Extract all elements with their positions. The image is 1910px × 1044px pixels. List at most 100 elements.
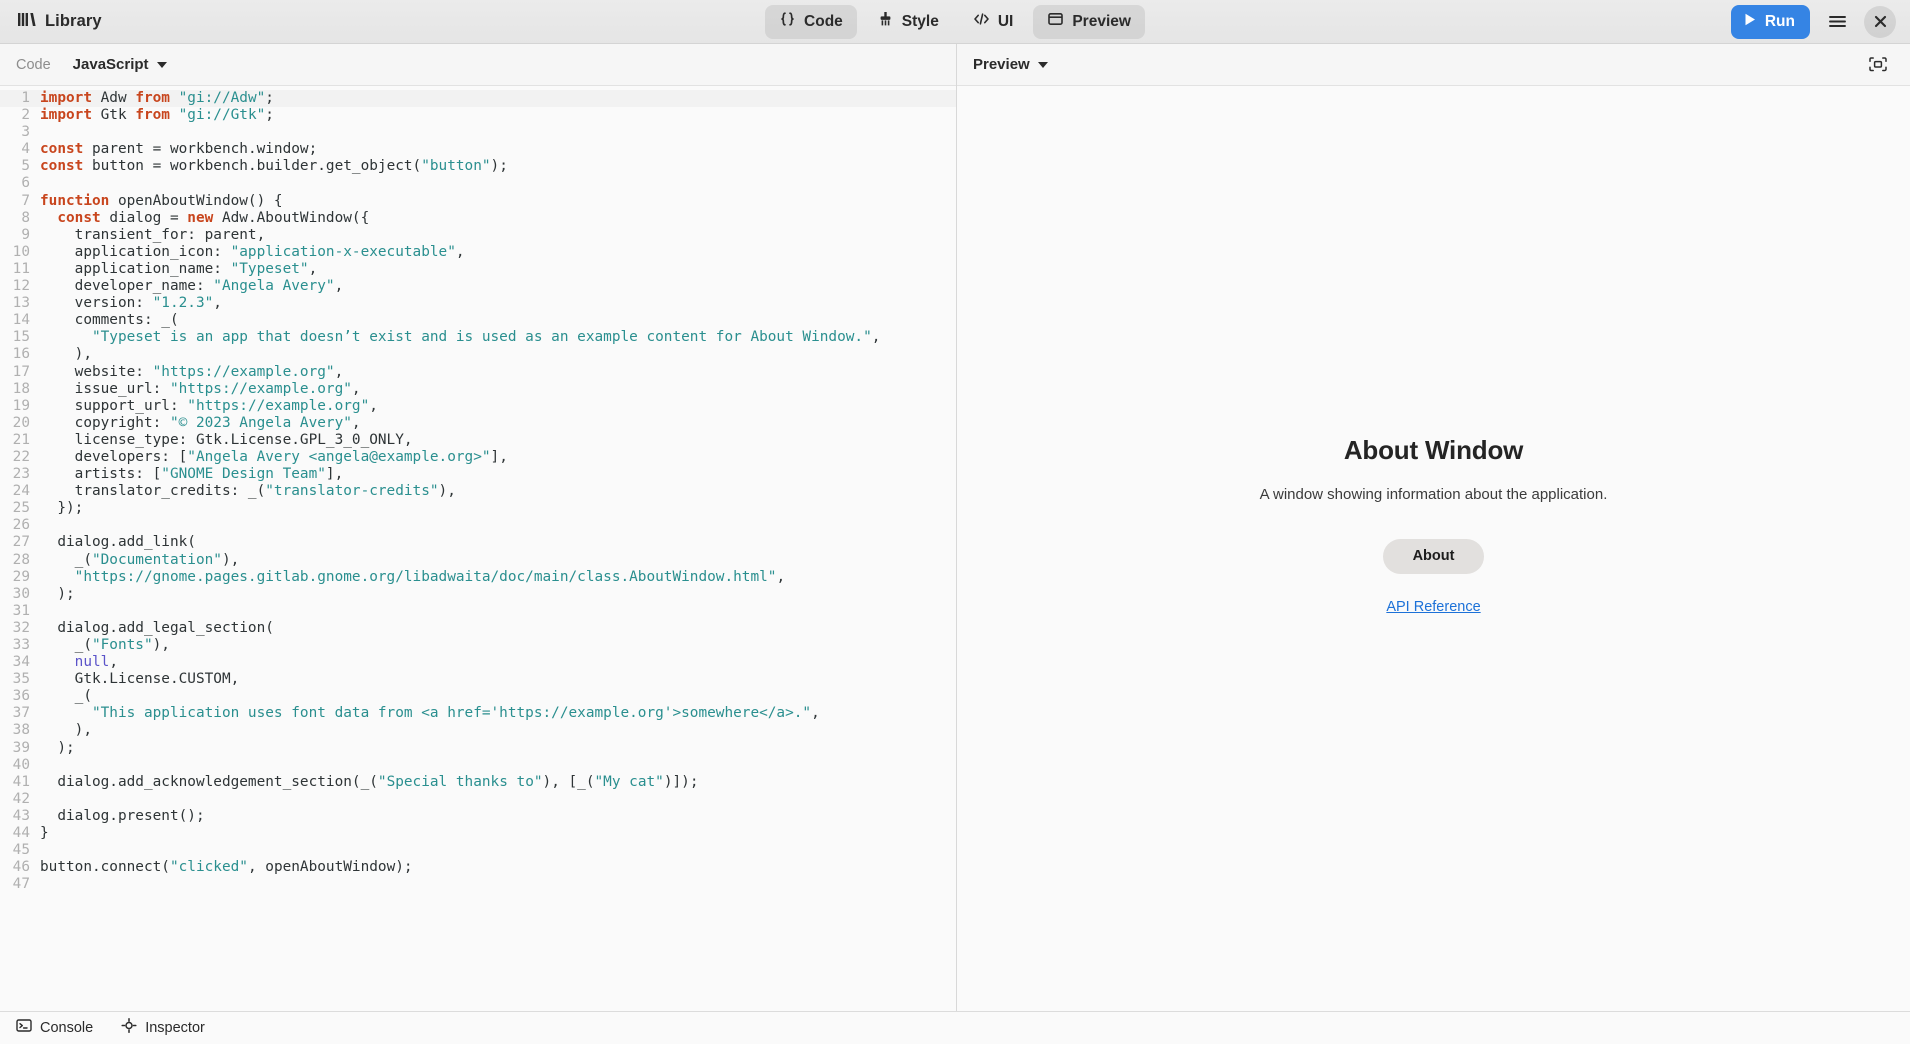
line-number: 40 <box>12 756 30 773</box>
code-text: developer_name: "Angela Avery", <box>40 278 344 295</box>
line-number: 36 <box>12 688 30 705</box>
code-text: import Adw from "gi://Adw"; <box>40 90 274 106</box>
line-number: 13 <box>12 295 30 312</box>
code-text: support_url: "https://example.org", <box>40 397 378 414</box>
tab-code[interactable]: Code <box>765 4 857 39</box>
preview-dropdown[interactable]: Preview <box>973 56 1048 73</box>
line-number: 34 <box>12 654 30 671</box>
line-number: 10 <box>12 243 30 260</box>
code-line: 26 <box>0 517 956 534</box>
code-text: translator_credits: _("translator-credit… <box>40 483 456 500</box>
tab-ui-label: UI <box>997 12 1014 30</box>
play-icon <box>1743 12 1757 32</box>
code-editor[interactable]: 1 import Adw from "gi://Adw"; 2 import Gtk … <box>0 86 956 1011</box>
code-line: 19 support_url: "https://example.org", <box>0 398 956 415</box>
console-button[interactable]: Console <box>12 1015 97 1040</box>
language-dropdown-label: JavaScript <box>72 56 149 73</box>
code-line: 15 "Typeset is an app that doesn’t exist… <box>0 329 956 346</box>
line-number: 37 <box>12 705 30 722</box>
line-number: 20 <box>12 414 30 431</box>
code-text: copyright: "© 2023 Angela Avery", <box>40 414 361 431</box>
code-text: ); <box>40 739 75 756</box>
code-text: const dialog = new Adw.AboutWindow({ <box>57 209 370 226</box>
code-text: transient_for: parent, <box>40 226 266 243</box>
line-number: 45 <box>12 842 30 859</box>
close-icon[interactable] <box>1864 5 1896 38</box>
code-text: _("Fonts"), <box>40 637 170 653</box>
code-line: 33 _("Fonts"), <box>0 637 956 654</box>
line-number: 3 <box>21 124 30 141</box>
line-number: 15 <box>12 329 30 346</box>
code-text: } <box>40 825 49 842</box>
hamburger-menu-icon[interactable] <box>1821 6 1853 38</box>
code-line: 35 Gtk.License.CUSTOM, <box>0 671 956 688</box>
code-line: 3 <box>0 124 956 141</box>
tab-preview-label: Preview <box>1072 12 1131 30</box>
line-number: 47 <box>12 876 30 893</box>
code-line: 37 "This application uses font data from… <box>0 705 956 722</box>
api-reference-link[interactable]: API Reference <box>1386 599 1480 615</box>
code-text: dialog.add_link( <box>40 534 196 551</box>
line-number: 14 <box>12 312 30 329</box>
code-text: dialog.add_acknowledgement_section(_("Sp… <box>40 773 699 790</box>
code-line: 4 const parent = workbench.window; <box>0 141 956 158</box>
run-button-label: Run <box>1764 12 1795 30</box>
line-number: 42 <box>12 790 30 807</box>
inspector-button[interactable]: Inspector <box>117 1015 209 1040</box>
code-line: 7 function openAboutWindow() { <box>0 193 956 210</box>
code-line: 27 dialog.add_link( <box>0 534 956 551</box>
inspector-label: Inspector <box>145 1019 205 1036</box>
code-text: application_icon: "application-x-executa… <box>40 243 465 260</box>
preview-toolbar: Preview <box>957 44 1910 86</box>
terminal-icon <box>16 1018 32 1037</box>
line-number: 28 <box>12 551 30 568</box>
app-title: Library <box>45 12 102 30</box>
code-line: 44} <box>0 825 956 842</box>
code-tags-icon <box>973 11 990 32</box>
code-text: function openAboutWindow() { <box>40 192 283 209</box>
preview-title: About Window <box>1343 434 1524 465</box>
window-icon <box>1047 11 1064 32</box>
code-text: button.connect("clicked", openAboutWindo… <box>40 859 413 876</box>
line-number: 35 <box>12 671 30 688</box>
line-number: 39 <box>12 739 30 756</box>
line-number: 38 <box>12 722 30 739</box>
line-number: 21 <box>12 431 30 448</box>
code-line: 9 transient_for: parent, <box>0 227 956 244</box>
code-line: 31 <box>0 603 956 620</box>
preview-pane: Preview About Window A window showing in… <box>957 44 1910 1011</box>
code-text: _( <box>40 688 92 705</box>
code-line: 10 application_icon: "application-x-exec… <box>0 244 956 261</box>
braces-icon <box>779 11 796 32</box>
tab-style[interactable]: Style <box>863 5 953 39</box>
line-number: 29 <box>12 568 30 585</box>
code-line: 34 null, <box>0 654 956 671</box>
tab-ui[interactable]: UI <box>959 5 1028 39</box>
preview-content: About Window A window showing informatio… <box>957 86 1910 1011</box>
line-number: 7 <box>21 192 30 209</box>
language-dropdown[interactable]: JavaScript <box>73 56 167 73</box>
screenshot-icon[interactable] <box>1862 49 1894 81</box>
code-line: 12 developer_name: "Angela Avery", <box>0 278 956 295</box>
tab-preview[interactable]: Preview <box>1033 4 1145 39</box>
code-text: license_type: Gtk.License.GPL_3_0_ONLY, <box>40 431 413 448</box>
code-line: 24 translator_credits: _("translator-cre… <box>0 483 956 500</box>
code-line: 41 dialog.add_acknowledgement_section(_(… <box>0 774 956 791</box>
tab-style-label: Style <box>901 12 939 30</box>
code-text: const parent = workbench.window; <box>40 141 318 158</box>
code-line: 1 import Adw from "gi://Adw"; <box>0 90 956 108</box>
code-text: _("Documentation"), <box>40 551 240 568</box>
code-text: Gtk.License.CUSTOM, <box>40 671 240 688</box>
code-line: 46 button.connect("clicked", openAboutWin… <box>0 859 956 876</box>
code-line: 11 application_name: "Typeset", <box>0 261 956 278</box>
line-number: 23 <box>12 466 30 483</box>
code-text: artists: ["GNOME Design Team"], <box>40 466 344 483</box>
code-line: 43 dialog.present(); <box>0 808 956 825</box>
run-button[interactable]: Run <box>1730 4 1810 39</box>
line-number: 26 <box>12 517 30 534</box>
line-number: 46 <box>12 859 30 876</box>
code-line: 6 <box>0 175 956 192</box>
about-button[interactable]: About <box>1383 538 1484 574</box>
line-number: 9 <box>21 226 30 243</box>
